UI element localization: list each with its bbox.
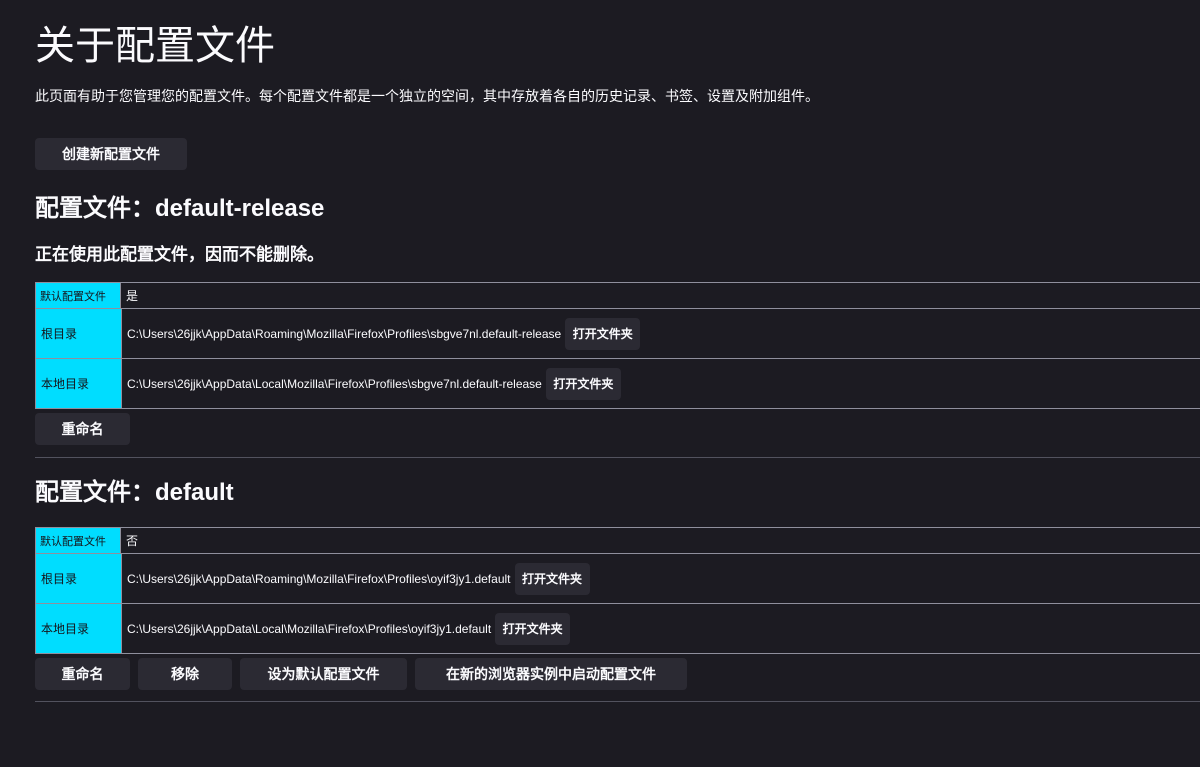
- profile-heading: 配置文件：default: [35, 479, 234, 506]
- divider: [35, 457, 1200, 458]
- set-default-button[interactable]: 设为默认配置文件: [240, 658, 407, 690]
- about-profiles-page: 关于配置文件 此页面有助于您管理您的配置文件。每个配置文件都是一个独立的空间，其…: [0, 0, 1200, 767]
- root-dir-path: C:\Users\26jjk\AppData\Roaming\Mozilla\F…: [127, 571, 511, 586]
- local-dir-value: C:\Users\26jjk\AppData\Local\Mozilla\Fir…: [122, 604, 1200, 653]
- local-dir-label: 本地目录: [35, 604, 122, 653]
- root-dir-label: 根目录: [35, 309, 122, 358]
- in-use-note: 正在使用此配置文件，因而不能删除。: [35, 245, 324, 264]
- local-dir-row: 本地目录 C:\Users\26jjk\AppData\Local\Mozill…: [35, 359, 1200, 409]
- root-dir-row: 根目录 C:\Users\26jjk\AppData\Roaming\Mozil…: [35, 309, 1200, 359]
- local-dir-label: 本地目录: [35, 359, 122, 408]
- profile-info-table: 默认配置文件 否 根目录 C:\Users\26jjk\AppData\Roam…: [35, 527, 1200, 654]
- root-dir-path: C:\Users\26jjk\AppData\Roaming\Mozilla\F…: [127, 326, 562, 341]
- rename-button[interactable]: 重命名: [35, 413, 130, 445]
- local-dir-row: 本地目录 C:\Users\26jjk\AppData\Local\Mozill…: [35, 604, 1200, 654]
- root-dir-row: 根目录 C:\Users\26jjk\AppData\Roaming\Mozil…: [35, 554, 1200, 604]
- create-profile-button[interactable]: 创建新配置文件: [35, 138, 187, 170]
- rename-button[interactable]: 重命名: [35, 658, 130, 690]
- launch-profile-button[interactable]: 在新的浏览器实例中启动配置文件: [415, 658, 687, 690]
- profile-info-table: 默认配置文件 是 根目录 C:\Users\26jjk\AppData\Roam…: [35, 282, 1200, 409]
- remove-button[interactable]: 移除: [138, 658, 232, 690]
- open-local-folder-button[interactable]: 打开文件夹: [495, 612, 571, 645]
- profile-heading: 配置文件：default-release: [35, 195, 325, 222]
- default-profile-row: 默认配置文件 否: [35, 528, 1200, 554]
- local-dir-path: C:\Users\26jjk\AppData\Local\Mozilla\Fir…: [127, 621, 492, 636]
- root-dir-value: C:\Users\26jjk\AppData\Roaming\Mozilla\F…: [122, 554, 1200, 603]
- root-dir-label: 根目录: [35, 554, 122, 603]
- local-dir-path: C:\Users\26jjk\AppData\Local\Mozilla\Fir…: [127, 376, 542, 391]
- default-profile-row: 默认配置文件 是: [35, 283, 1200, 309]
- page-description: 此页面有助于您管理您的配置文件。每个配置文件都是一个独立的空间，其中存放着各自的…: [35, 88, 819, 104]
- page-title: 关于配置文件: [35, 24, 275, 68]
- divider: [35, 701, 1200, 702]
- default-profile-label: 默认配置文件: [35, 283, 121, 308]
- default-profile-value: 是: [126, 289, 139, 303]
- local-dir-value: C:\Users\26jjk\AppData\Local\Mozilla\Fir…: [122, 359, 1200, 408]
- default-profile-label: 默认配置文件: [35, 528, 121, 553]
- root-dir-value: C:\Users\26jjk\AppData\Roaming\Mozilla\F…: [122, 309, 1200, 358]
- open-root-folder-button[interactable]: 打开文件夹: [565, 317, 641, 350]
- default-profile-value: 否: [126, 534, 139, 548]
- open-root-folder-button[interactable]: 打开文件夹: [514, 562, 590, 595]
- open-local-folder-button[interactable]: 打开文件夹: [545, 367, 621, 400]
